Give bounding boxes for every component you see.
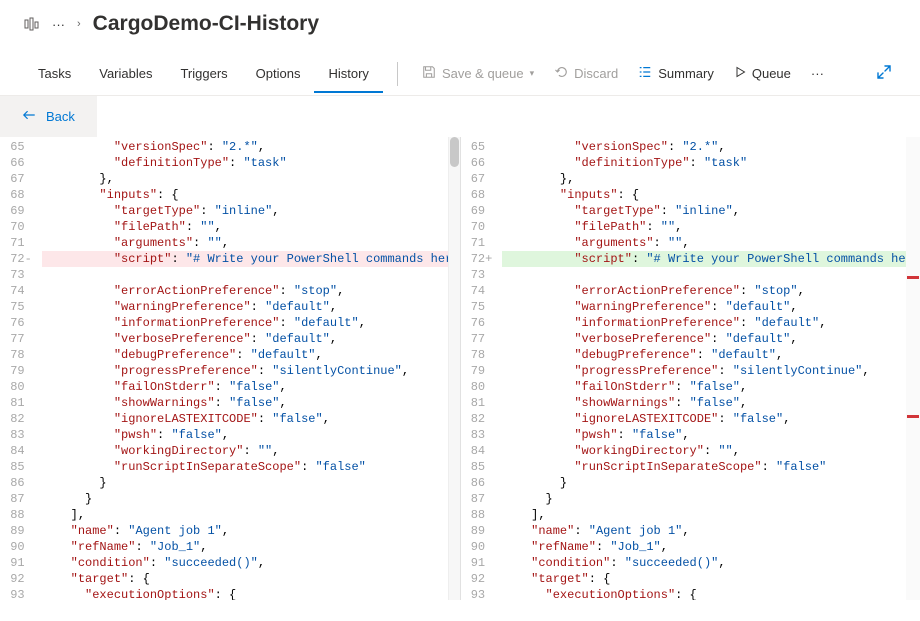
diff-pane-left[interactable]: 65 66 67 68 69 70 71 72- 73 74 75 76 77 … <box>0 137 460 600</box>
tabs-bar: Tasks Variables Triggers Options History… <box>0 52 920 96</box>
chevron-down-icon: ▾ <box>530 68 535 79</box>
discard-button[interactable]: Discard <box>544 65 628 82</box>
save-queue-label: Save & queue <box>442 66 524 81</box>
separator <box>397 62 398 86</box>
tab-triggers[interactable]: Triggers <box>166 54 241 93</box>
discard-label: Discard <box>574 66 618 81</box>
tab-tasks[interactable]: Tasks <box>24 54 85 93</box>
tab-options[interactable]: Options <box>242 54 315 93</box>
diff-viewer: 65 66 67 68 69 70 71 72- 73 74 75 76 77 … <box>0 137 920 600</box>
back-label: Back <box>46 109 75 124</box>
arrow-left-icon <box>22 108 36 125</box>
undo-icon <box>554 65 568 82</box>
queue-label: Queue <box>752 66 791 81</box>
breadcrumb-ellipsis[interactable]: ··· <box>52 17 65 32</box>
expand-icon[interactable] <box>876 64 896 83</box>
breadcrumb: ··· › CargoDemo-CI-History <box>0 0 920 52</box>
back-button[interactable]: Back <box>0 96 97 137</box>
save-icon <box>422 65 436 82</box>
tab-history[interactable]: History <box>314 54 382 93</box>
tab-variables[interactable]: Variables <box>85 54 166 93</box>
code-left[interactable]: "versionSpec": "2.*", "definitionType": … <box>42 137 460 600</box>
queue-button[interactable]: Queue <box>724 66 801 81</box>
scrollbar-left[interactable] <box>448 137 460 600</box>
diff-pane-right[interactable]: 65 66 67 68 69 70 71 72+ 73 74 75 76 77 … <box>460 137 920 600</box>
summary-label: Summary <box>658 66 714 81</box>
line-gutter-left: 65 66 67 68 69 70 71 72- 73 74 75 76 77 … <box>0 137 42 600</box>
line-gutter-right: 65 66 67 68 69 70 71 72+ 73 74 75 76 77 … <box>461 137 503 600</box>
pipelines-icon[interactable] <box>24 16 40 32</box>
list-icon <box>638 65 652 82</box>
code-right[interactable]: "versionSpec": "2.*", "definitionType": … <box>502 137 920 600</box>
chevron-right-icon: › <box>77 18 81 30</box>
page-title: CargoDemo-CI-History <box>93 12 319 36</box>
save-queue-button[interactable]: Save & queue ▾ <box>412 65 544 82</box>
minimap-right[interactable] <box>906 137 920 600</box>
more-actions[interactable]: ··· <box>801 66 834 81</box>
summary-button[interactable]: Summary <box>628 65 724 82</box>
play-icon <box>734 66 746 81</box>
